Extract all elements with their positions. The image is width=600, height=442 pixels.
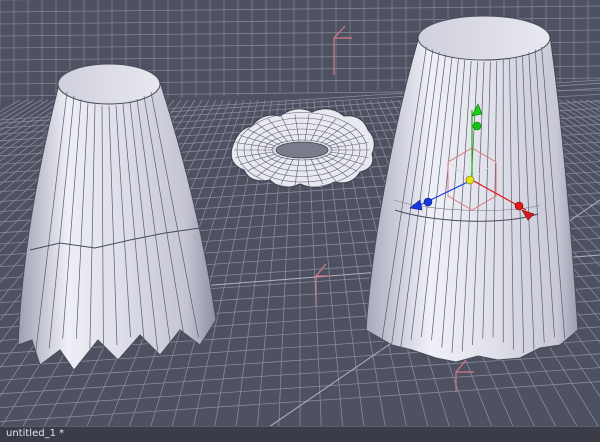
axis-marker-mid xyxy=(315,263,332,306)
3d-viewport[interactable] xyxy=(0,0,600,442)
gizmo-center-icon[interactable] xyxy=(465,175,475,185)
status-bar: untitled_1 * xyxy=(0,426,600,442)
y-axis-handle-icon[interactable] xyxy=(472,121,482,131)
x-axis-handle-icon[interactable] xyxy=(514,201,524,211)
axis-marker-top xyxy=(333,25,352,75)
z-axis-handle-icon[interactable] xyxy=(423,197,433,207)
document-title: untitled_1 * xyxy=(6,428,65,439)
